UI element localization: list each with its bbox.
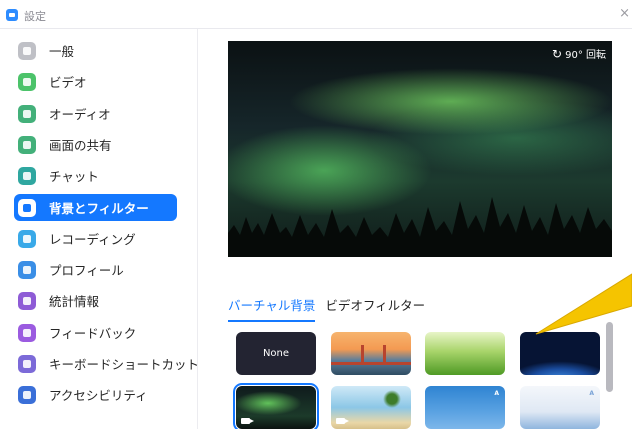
sidebar-item-recording[interactable]: レコーディング	[14, 225, 177, 252]
video-icon	[18, 72, 36, 91]
tab-video-filters[interactable]: ビデオフィルター	[325, 295, 425, 322]
thumbnail-scrollbar[interactable]	[606, 322, 613, 429]
background-thumb-none[interactable]: None	[236, 332, 316, 375]
background-tabs: バーチャル背景 ビデオフィルター	[228, 295, 425, 322]
video-preview: ↻ 90° 回転	[228, 41, 612, 257]
profile-icon	[18, 260, 36, 279]
window-title: 設定	[24, 10, 46, 23]
background-settings-panel: ↻ 90° 回転 バーチャル背景 ビデオフィルター None A A	[199, 29, 632, 429]
accessibility-icon	[18, 385, 36, 404]
background-thumb-earth[interactable]	[520, 332, 600, 375]
sidebar-item-chat[interactable]: チャット	[14, 162, 177, 189]
sidebar-item-keyboard-shortcuts[interactable]: キーボードショートカット	[14, 350, 199, 377]
sidebar-item-label: プロフィール	[49, 263, 124, 278]
sidebar-item-accessibility[interactable]: アクセシビリティ	[14, 381, 177, 408]
zoom-app-icon	[6, 9, 18, 21]
video-icon	[336, 418, 349, 424]
stats-icon	[18, 291, 36, 310]
brand-logo-icon: A	[589, 390, 594, 397]
sidebar-item-video[interactable]: ビデオ	[14, 68, 177, 95]
title-bar: 設定 ×	[0, 0, 632, 29]
close-icon[interactable]: ×	[619, 6, 630, 21]
sidebar-item-label: チャット	[49, 169, 99, 184]
video-icon	[241, 418, 254, 424]
sidebar-item-statistics[interactable]: 統計情報	[14, 287, 177, 314]
sidebar-item-screen-share[interactable]: 画面の共有	[14, 131, 177, 158]
sidebar-item-label: 一般	[49, 44, 75, 59]
sidebar-item-label: 画面の共有	[49, 138, 112, 153]
sidebar-item-label: キーボードショートカット	[49, 357, 200, 372]
screen-share-icon	[18, 135, 36, 154]
sidebar-item-label: アクセシビリティ	[49, 388, 148, 403]
sidebar-item-feedback[interactable]: フィードバック	[14, 319, 177, 346]
gear-icon	[18, 41, 36, 60]
sidebar-item-label: ビデオ	[49, 75, 87, 90]
rotate-label: 90° 回転	[565, 50, 606, 61]
sidebar-item-label: フィードバック	[49, 326, 137, 341]
rotate-icon: ↻	[552, 46, 563, 61]
background-thumb-beach[interactable]	[331, 386, 411, 429]
background-icon	[18, 198, 36, 217]
sidebar-item-label: レコーディング	[49, 232, 136, 247]
sidebar-item-label: オーディオ	[49, 107, 111, 122]
keyboard-icon	[18, 354, 36, 373]
tab-virtual-background[interactable]: バーチャル背景	[228, 295, 316, 322]
brand-logo-icon: A	[494, 390, 499, 397]
background-thumb-aurora[interactable]	[233, 383, 319, 429]
forest-silhouette	[228, 197, 612, 257]
sidebar-item-audio[interactable]: オーディオ	[14, 100, 177, 127]
background-thumb-blue-sky[interactable]: A	[425, 386, 505, 429]
none-label: None	[262, 348, 290, 359]
sidebar-item-background-filters[interactable]: 背景とフィルター	[14, 194, 177, 221]
chat-icon	[18, 166, 36, 185]
feedback-icon	[18, 323, 36, 342]
sidebar-item-label: 統計情報	[49, 294, 100, 309]
background-thumb-grass[interactable]	[425, 332, 505, 375]
headphone-icon	[18, 104, 36, 123]
sidebar-item-general[interactable]: 一般	[14, 37, 177, 64]
background-thumb-light-sky[interactable]: A	[520, 386, 600, 429]
scrollbar-thumb[interactable]	[606, 322, 613, 392]
sidebar-item-profile[interactable]: プロフィール	[14, 256, 177, 283]
sidebar-item-label: 背景とフィルター	[49, 201, 149, 216]
settings-sidebar: 一般 ビデオ オーディオ 画面の共有 チャット 背景とフィルター レコーディング…	[0, 29, 199, 429]
background-thumb-golden-gate-bridge[interactable]	[331, 332, 411, 375]
rotate-button[interactable]: ↻ 90° 回転	[552, 46, 606, 62]
record-icon	[18, 229, 36, 248]
